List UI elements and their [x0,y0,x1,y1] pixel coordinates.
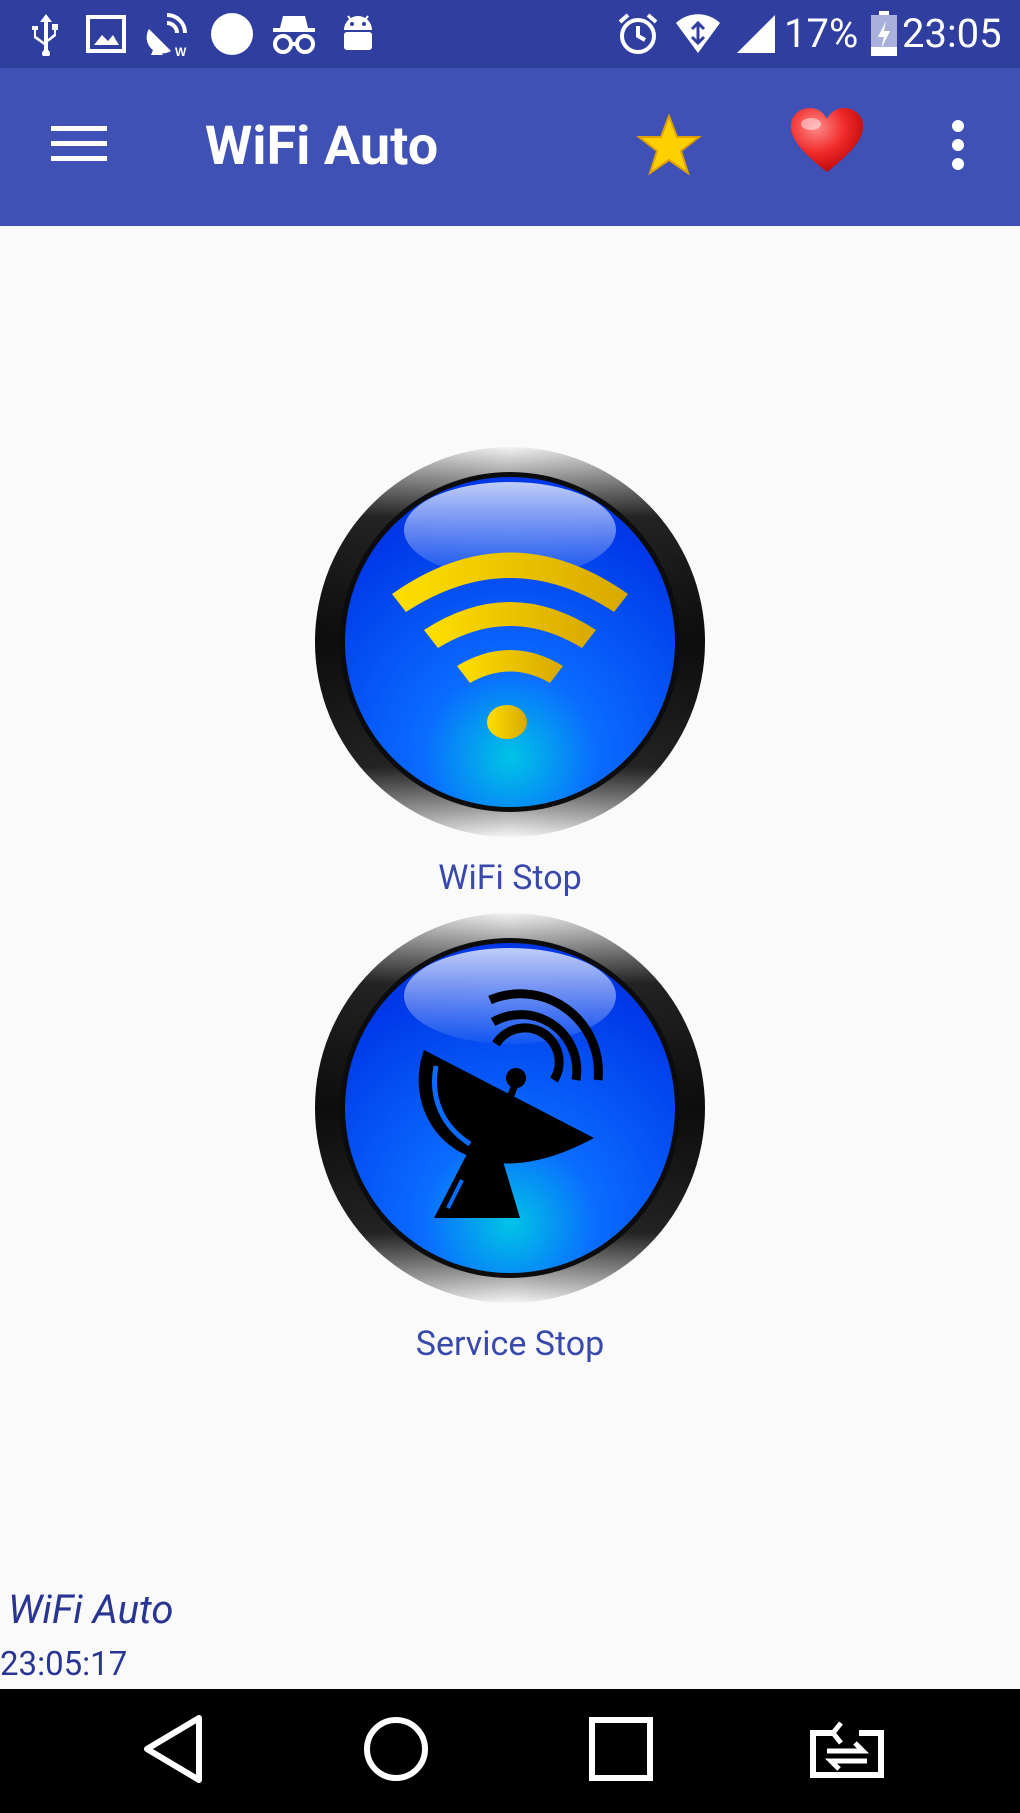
heart-icon [789,106,865,180]
recents-icon [589,1717,653,1785]
android-icon [334,10,382,58]
menu-button[interactable] [30,106,128,186]
cell-signal-icon [732,10,780,58]
wifi-toggle-button[interactable] [314,446,706,838]
home-icon [363,1716,429,1786]
switch-app-icon [807,1719,887,1783]
svg-text:W: W [175,45,187,57]
status-time: 23:05 [902,10,1002,57]
alarm-icon [614,10,662,58]
footer-app-name: WiFi Auto [8,1586,174,1633]
switch-app-button[interactable] [802,1711,892,1791]
back-icon [141,1714,205,1788]
satellite-wifi-icon: W [144,10,192,58]
usb-icon [22,10,70,58]
battery-icon [860,10,908,58]
recents-button[interactable] [576,1711,666,1791]
status-bar: W 17% 23:05 [0,0,1020,68]
service-button-label: Service Stop [415,1324,605,1364]
navigation-bar [0,1689,1020,1813]
home-button[interactable] [351,1711,441,1791]
incognito-icon [270,10,318,58]
overflow-menu-button[interactable] [930,102,986,192]
circle-icon [208,10,256,58]
rate-button[interactable] [622,102,716,192]
footer-timestamp: 23:05:17 [0,1645,128,1684]
app-bar: WiFi Auto [0,68,1020,226]
image-icon [82,10,130,58]
more-vert-icon [951,120,965,174]
battery-percent: 17% [784,10,859,57]
app-title: WiFi Auto [205,115,439,178]
wifi-signal-icon [674,10,722,58]
star-icon [636,113,702,181]
favorite-button[interactable] [780,98,874,188]
wifi-button-label: WiFi Stop [438,858,582,898]
service-toggle-button[interactable] [314,912,706,1304]
back-button[interactable] [128,1711,218,1791]
menu-icon [51,124,107,168]
